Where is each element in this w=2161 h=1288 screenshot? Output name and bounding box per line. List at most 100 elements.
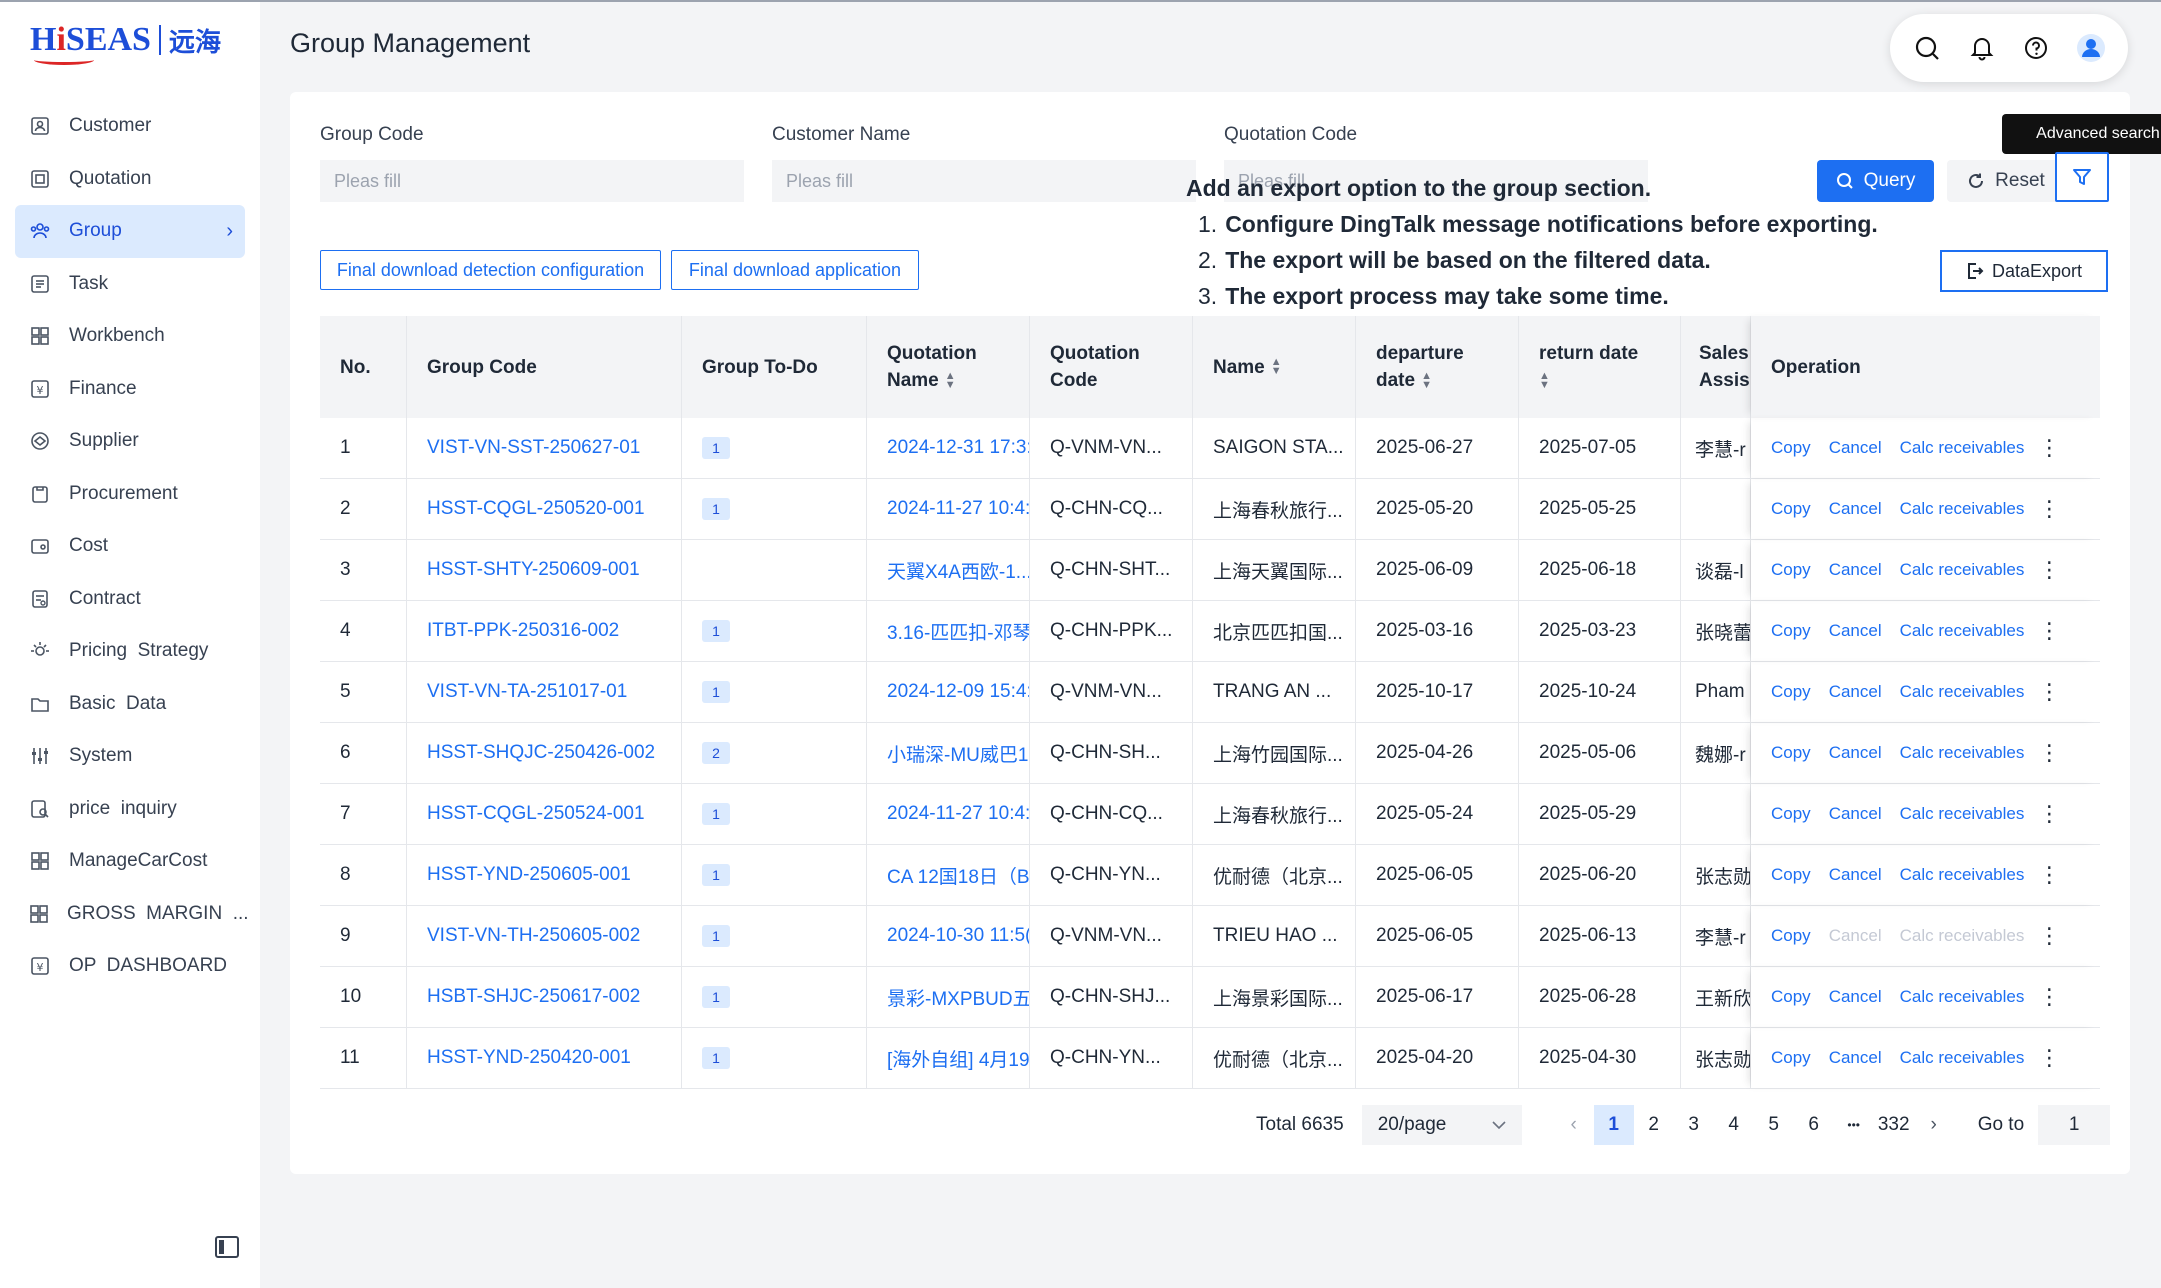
copy-button[interactable]: Copy	[1771, 743, 1811, 763]
sidebar-item-quotation[interactable]: Quotation	[15, 153, 245, 206]
quotation-name-link[interactable]: 2024-12-31 17:3:	[887, 437, 1029, 459]
group-code-link[interactable]: ITBT-PPK-250316-002	[427, 620, 619, 642]
data-export-button[interactable]: DataExport	[1940, 250, 2108, 292]
cancel-button[interactable]: Cancel	[1829, 560, 1882, 580]
page-3[interactable]: 3	[1674, 1105, 1714, 1145]
cell-quotation-name[interactable]: 2024-10-30 11:5(	[867, 906, 1030, 966]
more-options-icon[interactable]: ⋮	[2038, 679, 2060, 705]
quotation-name-link[interactable]: 2024-11-27 10:4:	[887, 498, 1029, 520]
cell-quotation-name[interactable]: CA 12国18日（BL	[867, 845, 1030, 905]
advanced-search-button[interactable]	[2055, 152, 2109, 202]
sidebar-item-supplier[interactable]: Supplier	[15, 415, 245, 468]
copy-button[interactable]: Copy	[1771, 1048, 1811, 1068]
cell-quotation-name[interactable]: [海外自组] 4月19[	[867, 1028, 1030, 1088]
page-1[interactable]: 1	[1593, 1105, 1634, 1145]
sidebar-item-task[interactable]: Task	[15, 258, 245, 311]
cell-group-code[interactable]: HSST-YND-250605-001	[407, 845, 682, 905]
cell-group-code[interactable]: ITBT-PPK-250316-002	[407, 601, 682, 661]
cancel-button[interactable]: Cancel	[1829, 743, 1882, 763]
goto-page-input[interactable]: 1	[2038, 1105, 2111, 1145]
page-last[interactable]: 332	[1874, 1105, 1914, 1145]
cell-group-code[interactable]: HSST-SHTY-250609-001	[407, 540, 682, 600]
group-code-link[interactable]: HSST-SHQJC-250426-002	[427, 742, 655, 764]
copy-button[interactable]: Copy	[1771, 804, 1811, 824]
cell-group-code[interactable]: VIST-VN-TH-250605-002	[407, 906, 682, 966]
sidebar-item-workbench[interactable]: Workbench	[15, 310, 245, 363]
group-code-link[interactable]: HSST-YND-250420-001	[427, 1047, 631, 1069]
quotation-name-link[interactable]: CA 12国18日（BL	[887, 862, 1029, 889]
todo-badge[interactable]: 1	[702, 620, 730, 642]
copy-button[interactable]: Copy	[1771, 926, 1811, 946]
more-options-icon[interactable]: ⋮	[2038, 801, 2060, 827]
more-options-icon[interactable]: ⋮	[2038, 1045, 2060, 1071]
calc-receivables-button[interactable]: Calc receivables	[1900, 987, 2025, 1007]
cancel-button[interactable]: Cancel	[1829, 499, 1882, 519]
prev-page-icon[interactable]: ‹	[1554, 1105, 1594, 1145]
more-options-icon[interactable]: ⋮	[2038, 862, 2060, 888]
sort-icon[interactable]: ▲ ▼	[945, 370, 956, 390]
more-options-icon[interactable]: ⋮	[2038, 984, 2060, 1010]
sidebar-item-finance[interactable]: ¥ Finance	[15, 363, 245, 416]
quotation-name-link[interactable]: 2024-11-27 10:4:	[887, 803, 1029, 825]
cell-quotation-name[interactable]: 天翼X4A西欧-1...	[867, 540, 1030, 600]
page-6[interactable]: 6	[1794, 1105, 1834, 1145]
group-code-link[interactable]: VIST-VN-TA-251017-01	[427, 681, 627, 703]
group-code-link[interactable]: HSST-YND-250605-001	[427, 864, 631, 886]
page-4[interactable]: 4	[1714, 1105, 1754, 1145]
next-page-icon[interactable]: ›	[1914, 1105, 1954, 1145]
todo-badge[interactable]: 1	[702, 1047, 730, 1069]
group-code-link[interactable]: HSST-CQGL-250524-001	[427, 803, 645, 825]
cell-quotation-name[interactable]: 3.16-匹匹扣-邓琴	[867, 601, 1030, 661]
sidebar-item-contract[interactable]: Contract	[15, 573, 245, 626]
cell-quotation-name[interactable]: 2024-12-09 15:4:	[867, 662, 1030, 722]
sort-icon[interactable]: ▲ ▼	[1421, 370, 1432, 390]
sidebar-item-managecarcost[interactable]: ManageCarCost	[15, 835, 245, 888]
sidebar-item-pricing-strategy[interactable]: Pricing Strategy	[15, 625, 245, 678]
header-quotation-name[interactable]: Quotation Name ▲ ▼	[867, 316, 1030, 418]
cancel-button[interactable]: Cancel	[1829, 987, 1882, 1007]
calc-receivables-button[interactable]: Calc receivables	[1900, 743, 2025, 763]
group-code-input[interactable]: Pleas fill	[320, 160, 744, 202]
sidebar-item-price-inquiry[interactable]: price inquiry	[15, 783, 245, 836]
copy-button[interactable]: Copy	[1771, 560, 1811, 580]
copy-button[interactable]: Copy	[1771, 621, 1811, 641]
help-icon[interactable]	[2015, 27, 2057, 69]
cancel-button[interactable]: Cancel	[1829, 438, 1882, 458]
header-name[interactable]: Name ▲ ▼	[1193, 316, 1356, 418]
cell-quotation-name[interactable]: 2024-11-27 10:4:	[867, 479, 1030, 539]
sort-icon[interactable]: ▲ ▼	[1271, 357, 1282, 377]
group-code-link[interactable]: HSBT-SHJC-250617-002	[427, 986, 640, 1008]
final-download-application-button[interactable]: Final download application	[671, 250, 919, 290]
sidebar-item-basic-data[interactable]: Basic Data	[15, 678, 245, 731]
cell-group-code[interactable]: HSST-SHQJC-250426-002	[407, 723, 682, 783]
search-icon[interactable]	[1906, 27, 1948, 69]
cancel-button[interactable]: Cancel	[1829, 621, 1882, 641]
todo-badge[interactable]: 1	[702, 437, 730, 459]
sidebar-item-system[interactable]: System	[15, 730, 245, 783]
calc-receivables-button[interactable]: Calc receivables	[1900, 621, 2025, 641]
cell-quotation-name[interactable]: 2024-12-31 17:3:	[867, 418, 1030, 478]
calc-receivables-button[interactable]: Calc receivables	[1900, 804, 2025, 824]
todo-badge[interactable]: 1	[702, 986, 730, 1008]
copy-button[interactable]: Copy	[1771, 865, 1811, 885]
customer-name-input[interactable]: Pleas fill	[772, 160, 1196, 202]
quotation-name-link[interactable]: 3.16-匹匹扣-邓琴	[887, 618, 1029, 645]
hiseas-logo[interactable]: HiSEAS 远海	[30, 18, 221, 65]
copy-button[interactable]: Copy	[1771, 499, 1811, 519]
final-download-detection-button[interactable]: Final download detection configuration	[320, 250, 661, 290]
calc-receivables-button[interactable]: Calc receivables	[1900, 560, 2025, 580]
cancel-button[interactable]: Cancel	[1829, 1048, 1882, 1068]
cell-group-code[interactable]: HSST-CQGL-250520-001	[407, 479, 682, 539]
sort-icon[interactable]: ▲ ▼	[1539, 370, 1550, 390]
page-5[interactable]: 5	[1754, 1105, 1794, 1145]
more-options-icon[interactable]: ⋮	[2038, 618, 2060, 644]
group-code-link[interactable]: VIST-VN-SST-250627-01	[427, 437, 640, 459]
calc-receivables-button[interactable]: Calc receivables	[1900, 1048, 2025, 1068]
page-size-select[interactable]: 20/page	[1361, 1105, 1522, 1145]
bell-icon[interactable]	[1961, 27, 2003, 69]
sidebar-item-gross-margin[interactable]: GROSS MARGIN ...	[15, 888, 249, 941]
page-ellipsis[interactable]: •••	[1834, 1105, 1874, 1145]
cancel-button[interactable]: Cancel	[1829, 804, 1882, 824]
group-code-link[interactable]: HSST-CQGL-250520-001	[427, 498, 645, 520]
quotation-name-link[interactable]: 2024-10-30 11:5(	[887, 925, 1029, 947]
